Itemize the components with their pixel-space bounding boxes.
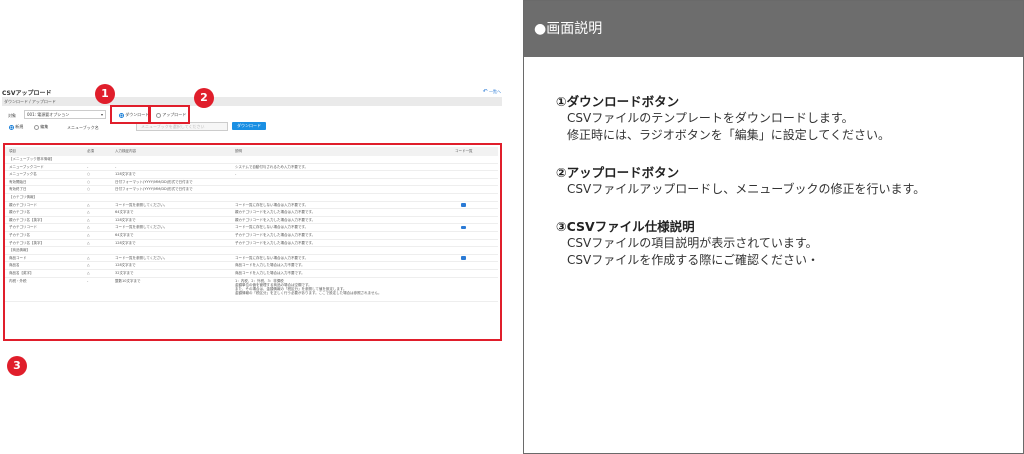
panel-section-line: CSVファイルアップロードし、メニューブックの修正を行います。: [567, 182, 926, 196]
panel-body: ①ダウンロードボタン CSVファイルのテンプレートをダウンロードします。修正時には…: [524, 57, 1023, 269]
panel-section: ①ダウンロードボタン CSVファイルのテンプレートをダウンロードします。修正時には…: [556, 93, 1023, 144]
tab-download-upload[interactable]: ダウンロード / アップロード: [2, 97, 502, 106]
highlight-spec: [3, 143, 502, 341]
badge-3: 3: [7, 356, 27, 376]
new-radio-label: 新規: [15, 124, 24, 129]
target-label: 対象: [8, 113, 16, 118]
back-arrow-icon: ↶: [482, 88, 488, 95]
page-title: CSVアップロード: [2, 90, 52, 97]
panel-section-line: CSVファイルのテンプレートをダウンロードします。: [567, 111, 854, 125]
badge-1: 1: [95, 84, 115, 104]
radio-unselected-icon: [34, 124, 39, 130]
download-button[interactable]: ダウンロード: [232, 122, 266, 130]
new-radio[interactable]: 新規: [9, 124, 23, 130]
panel-section-title: ①ダウンロードボタン: [556, 94, 680, 109]
highlight-download: [110, 105, 150, 124]
menu-book-placeholder: メニューブックを選択してください: [141, 124, 205, 129]
panel-section: ②アップロードボタン CSVファイルアップロードし、メニューブックの修正を行います…: [556, 164, 1023, 198]
panel-section-line: CSVファイルの項目説明が表示されています。: [567, 236, 818, 250]
target-select[interactable]: 001: 電源要オプション ▾: [24, 110, 106, 119]
back-link-label: 一覧へ: [489, 89, 501, 94]
panel-title: ●画面説明: [524, 1, 1023, 57]
mode-row: 新規 編集 メニューブック名 メニューブックを選択してください ダウンロード: [2, 122, 502, 132]
edit-radio[interactable]: 編集: [34, 124, 48, 130]
panel-section-title: ②アップロードボタン: [556, 165, 680, 180]
highlight-upload: [149, 105, 190, 124]
panel-section-line: CSVファイルを作成する際にご確認ください・: [567, 253, 819, 267]
edit-radio-label: 編集: [40, 124, 49, 129]
back-to-list-link[interactable]: ↶ 一覧へ: [483, 88, 501, 95]
badge-2: 2: [194, 88, 214, 108]
chevron-down-icon: ▾: [100, 112, 103, 117]
description-panel: ●画面説明 ①ダウンロードボタン CSVファイルのテンプレートをダウンロードします…: [523, 0, 1024, 454]
target-row: 対象 001: 電源要オプション ▾ ダウンロード アップロード: [2, 110, 502, 120]
panel-section-line: 修正時には、ラジオボタンを「編集」に設定してください。: [567, 128, 891, 142]
target-select-value: 001: 電源要オプション: [27, 112, 70, 117]
panel-section-title: ③CSVファイル仕様説明: [556, 219, 695, 234]
panel-section: ③CSVファイル仕様説明 CSVファイルの項目説明が表示されています。 CSVファイ…: [556, 218, 1023, 269]
radio-selected-icon: [9, 124, 14, 130]
menu-book-label: メニューブック名: [67, 125, 99, 130]
